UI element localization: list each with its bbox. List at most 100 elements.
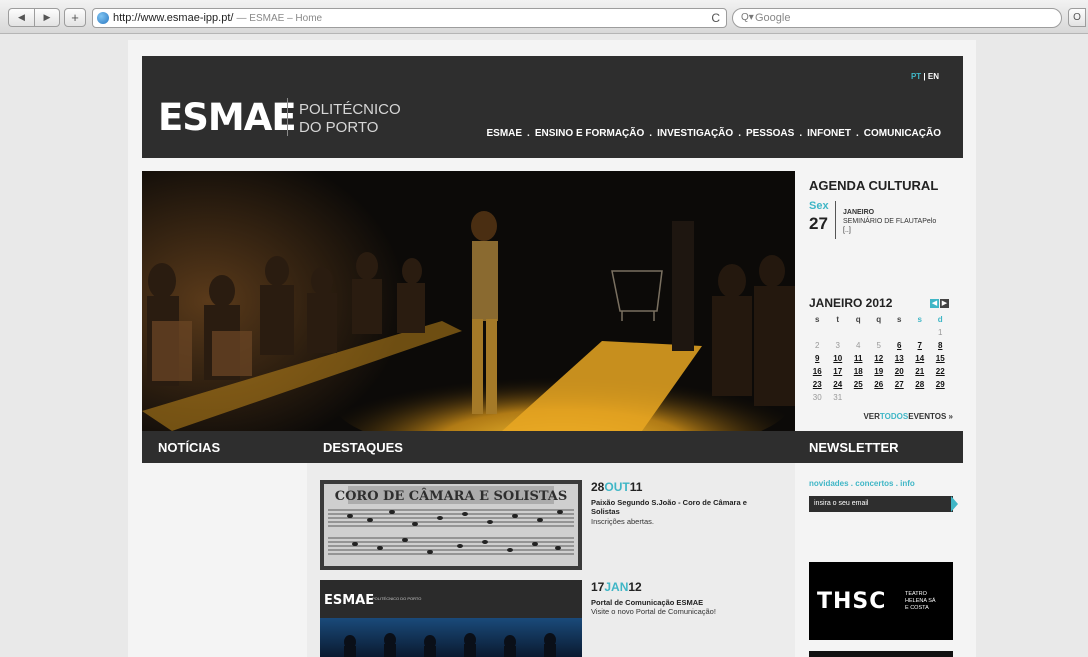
nav-separator: . bbox=[527, 128, 530, 139]
nav-investigacao[interactable]: INVESTIGAÇÃO bbox=[657, 128, 733, 139]
nav-esmae[interactable]: ESMAE bbox=[486, 128, 522, 139]
nav-infonet[interactable]: INFONET bbox=[807, 128, 851, 139]
calendar-day bbox=[910, 391, 931, 404]
agenda-day-number: 27 bbox=[809, 214, 828, 233]
calendar-day: 3 bbox=[835, 341, 840, 350]
destaques-heading: DESTAQUES bbox=[323, 440, 403, 455]
calendar-day-event[interactable]: 25 bbox=[848, 378, 869, 391]
sheet-music-image: CORO DE CÂMARA E SOLISTAS bbox=[320, 480, 582, 570]
eventos-text: EVENTOS » bbox=[908, 412, 953, 421]
calendar-day-event[interactable]: 22 bbox=[930, 365, 951, 378]
calendar-day-event[interactable]: 20 bbox=[889, 365, 910, 378]
destaques-column: CORO DE CÂMARA E SOLISTAS 28OUT11 Paixão… bbox=[307, 463, 795, 657]
date-month: OUT bbox=[604, 480, 630, 494]
banner-subtitle: POLITÉCNICO DO PORTO bbox=[372, 596, 421, 601]
newsletter-link-concertos[interactable]: concertos bbox=[855, 479, 893, 488]
calendar-day-event[interactable]: 21 bbox=[910, 365, 931, 378]
thumbnail-caption: CORO DE CÂMARA E SOLISTAS bbox=[335, 488, 568, 504]
newsletter-submit-arrow-icon[interactable] bbox=[951, 496, 958, 512]
calendar-day-event[interactable]: 10 bbox=[828, 352, 849, 365]
newsletter-link-novidades[interactable]: novidades bbox=[809, 479, 849, 488]
ver-text: VER bbox=[863, 412, 880, 421]
logo-subtitle-1: POLITÉCNICO bbox=[299, 101, 401, 118]
nav-comunicacao[interactable]: COMUNICAÇÃO bbox=[864, 128, 941, 139]
logo-subtitle-2: DO PORTO bbox=[299, 119, 379, 136]
newsletter-links: novidades . concertos . info bbox=[809, 479, 915, 488]
ths-line-3: E COSTA bbox=[905, 605, 929, 611]
teatro-helena-sa-costa-banner[interactable]: THSC TEATRO HELENA SÁ E COSTA bbox=[809, 562, 953, 640]
calendar-next-icon[interactable]: ▶ bbox=[940, 299, 949, 308]
lang-en-link[interactable]: EN bbox=[928, 72, 939, 81]
agenda-event[interactable]: JANEIRO SEMINÁRIO DE FLAUTAPelo [..] bbox=[843, 208, 943, 235]
destaque-description: Visite o novo Portal de Comunicação! bbox=[591, 607, 716, 616]
calendar-day: 1 bbox=[938, 328, 943, 337]
calendar-prev-icon[interactable]: ◀ bbox=[930, 299, 939, 308]
search-icon: Q▾ bbox=[741, 12, 754, 23]
calendar-day-event[interactable]: 11 bbox=[848, 352, 869, 365]
page: ESMAE POLITÉCNICO DO PORTO PT | EN ESMAE… bbox=[128, 40, 976, 657]
destaque-title[interactable]: Paixão Segundo S.João - Coro de Câmara e… bbox=[591, 498, 761, 516]
calendar-day-event[interactable]: 6 bbox=[889, 339, 910, 352]
calendar-day-event[interactable]: 23 bbox=[807, 378, 828, 391]
main-nav: ESMAE. ENSINO E FORMAÇÃO. INVESTIGAÇÃO. PES… bbox=[486, 128, 941, 139]
calendar-day-event[interactable]: 16 bbox=[807, 365, 828, 378]
calendar-day-event[interactable]: 26 bbox=[869, 378, 890, 391]
calendar-week: 16 17 18 19 20 21 22 bbox=[807, 365, 951, 378]
calendar-day-event[interactable]: 14 bbox=[910, 352, 931, 365]
calendar-day: 30 bbox=[812, 393, 822, 402]
toolbar-extra-button[interactable]: O bbox=[1068, 8, 1086, 27]
site-header: ESMAE POLITÉCNICO DO PORTO PT | EN ESMAE… bbox=[142, 56, 963, 158]
calendar-day-event[interactable]: 27 bbox=[889, 378, 910, 391]
destaque-thumbnail[interactable]: CORO DE CÂMARA E SOLISTAS bbox=[320, 480, 582, 570]
calendar-day-event[interactable]: 28 bbox=[910, 378, 931, 391]
back-button[interactable]: ◀ bbox=[8, 8, 34, 27]
weekday: d bbox=[937, 315, 943, 324]
noticias-column bbox=[142, 463, 307, 657]
nav-ensino-formacao[interactable]: ENSINO E FORMAÇÃO bbox=[535, 128, 644, 139]
weekday: s bbox=[917, 315, 922, 324]
lang-separator: | bbox=[921, 72, 928, 81]
new-tab-button[interactable]: + bbox=[64, 8, 86, 27]
agenda-day-name: Sex bbox=[809, 200, 829, 212]
calendar-day: 31 bbox=[833, 393, 843, 402]
calendar-day-event[interactable]: 12 bbox=[869, 352, 890, 365]
nav-separator: . bbox=[856, 128, 859, 139]
lang-pt-link[interactable]: PT bbox=[911, 72, 921, 81]
newsletter-email-input[interactable]: insira o seu email bbox=[809, 496, 953, 512]
date-month: JAN bbox=[604, 580, 629, 594]
calendar-day-event[interactable]: 17 bbox=[828, 365, 849, 378]
calendar-day-event[interactable]: 15 bbox=[930, 352, 951, 365]
calendar-day-event[interactable]: 13 bbox=[889, 352, 910, 365]
calendar-day bbox=[848, 391, 869, 404]
calendar-day: 2 bbox=[815, 341, 820, 350]
esmae-logo[interactable]: ESMAE bbox=[158, 96, 297, 139]
calendar-day bbox=[828, 326, 849, 339]
calendar-arrows: ◀ ▶ bbox=[930, 299, 950, 308]
newsletter-column: novidades . concertos . info insira o se… bbox=[795, 463, 963, 657]
calendar-day-event[interactable]: 9 bbox=[807, 352, 828, 365]
calendar-weekdays: s t q q s s d bbox=[807, 313, 951, 326]
destaque-title[interactable]: Portal de Comunicação ESMAE bbox=[591, 598, 761, 607]
search-field[interactable]: Q▾ Google bbox=[732, 8, 1062, 28]
nav-pessoas[interactable]: PESSOAS bbox=[746, 128, 794, 139]
destaque-thumbnail[interactable]: ESMAE POLITÉCNICO DO PORTO bbox=[320, 580, 582, 657]
ver-todos-eventos-link[interactable]: VERTODOSEVENTOS » bbox=[863, 412, 953, 421]
nav-separator: . bbox=[738, 128, 741, 139]
calendar-day-event[interactable]: 24 bbox=[828, 378, 849, 391]
address-bar[interactable]: http://www.esmae-ipp.pt/ — ESMAE – Home … bbox=[92, 8, 727, 28]
forward-button[interactable]: ▶ bbox=[34, 8, 60, 27]
calendar-day bbox=[930, 391, 951, 404]
calendar-day-event[interactable]: 29 bbox=[930, 378, 951, 391]
nav-separator: . bbox=[799, 128, 803, 139]
second-sponsor-banner[interactable] bbox=[809, 651, 953, 657]
newsletter-heading: NEWSLETTER bbox=[809, 440, 899, 455]
newsletter-link-info[interactable]: info bbox=[900, 479, 915, 488]
calendar-day-event[interactable]: 7 bbox=[910, 339, 931, 352]
calendar-day: 4 bbox=[856, 341, 861, 350]
calendar-day-event[interactable]: 8 bbox=[930, 339, 951, 352]
reload-icon[interactable]: C bbox=[711, 9, 720, 27]
calendar-day-event[interactable]: 19 bbox=[869, 365, 890, 378]
calendar-day-event[interactable]: 18 bbox=[848, 365, 869, 378]
browser-toolbar: ◀ ▶ + http://www.esmae-ipp.pt/ — ESMAE –… bbox=[0, 0, 1088, 34]
hero-photo[interactable] bbox=[142, 171, 795, 431]
